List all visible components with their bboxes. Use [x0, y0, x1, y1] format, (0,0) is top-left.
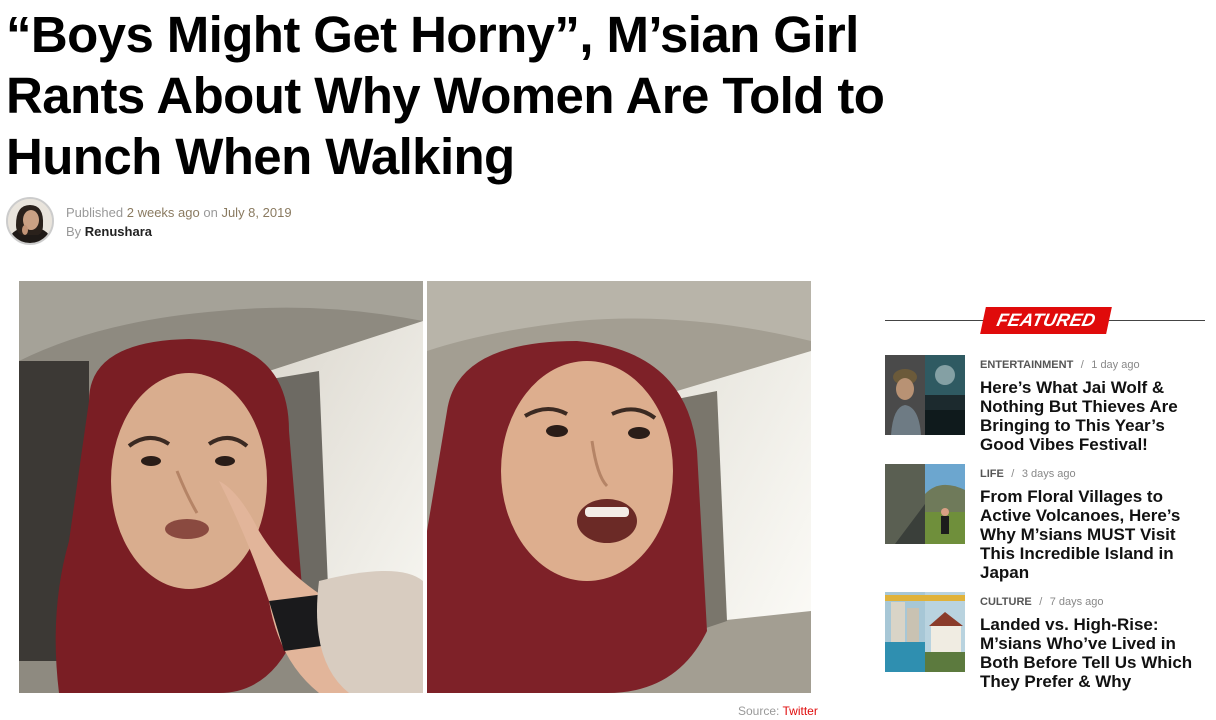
featured-category[interactable]: ENTERTAINMENT	[980, 359, 1073, 371]
featured-sidebar: FEATURED ENTERTAINMENT / 1 day ago Here’…	[885, 305, 1205, 691]
featured-thumbnail[interactable]	[885, 355, 965, 435]
featured-time: 3 days ago	[1021, 468, 1076, 480]
author-avatar[interactable]	[6, 197, 54, 245]
featured-category[interactable]: LIFE	[980, 468, 1004, 480]
by-label: By	[66, 224, 82, 239]
published-relative: 2 weeks ago	[126, 205, 200, 220]
published-label: Published	[66, 205, 124, 220]
featured-time: 1 day ago	[1091, 359, 1140, 371]
featured-separator: /	[1039, 596, 1043, 608]
author-name[interactable]: Renushara	[85, 224, 152, 239]
featured-title[interactable]: From Floral Villages to Active Volcanoes…	[980, 487, 1205, 582]
featured-category[interactable]: CULTURE	[980, 596, 1032, 608]
featured-label: FEATURED	[980, 307, 1113, 334]
article-title: “Boys Might Get Horny”, M’sian Girl Rant…	[6, 6, 885, 185]
article-photo-right	[427, 281, 811, 693]
featured-separator: /	[1080, 359, 1084, 371]
featured-thumbnail[interactable]	[885, 464, 965, 544]
article-photo-left	[19, 281, 423, 693]
publish-info: Published 2 weeks ago on July 8, 2019	[66, 205, 292, 220]
featured-thumbnail[interactable]	[885, 592, 965, 672]
on-label: on	[203, 205, 218, 220]
featured-time: 7 days ago	[1049, 596, 1104, 608]
featured-header: FEATURED	[885, 305, 1205, 337]
featured-text: LIFE / 3 days ago From Floral Villages t…	[980, 464, 1205, 582]
source-link[interactable]: Twitter	[782, 704, 817, 718]
featured-title[interactable]: Landed vs. High-Rise: M’sians Who’ve Liv…	[980, 615, 1205, 691]
author-info: By Renushara	[66, 224, 152, 239]
published-date: July 8, 2019	[221, 205, 292, 220]
source-label: Source:	[738, 704, 780, 718]
featured-title[interactable]: Here’s What Jai Wolf & Nothing But Thiev…	[980, 378, 1205, 454]
featured-text: ENTERTAINMENT / 1 day ago Here’s What Ja…	[980, 355, 1205, 454]
image-source: Source: Twitter	[738, 704, 818, 718]
featured-separator: /	[1011, 468, 1015, 480]
featured-text: CULTURE / 7 days ago Landed vs. High-Ris…	[980, 592, 1205, 691]
